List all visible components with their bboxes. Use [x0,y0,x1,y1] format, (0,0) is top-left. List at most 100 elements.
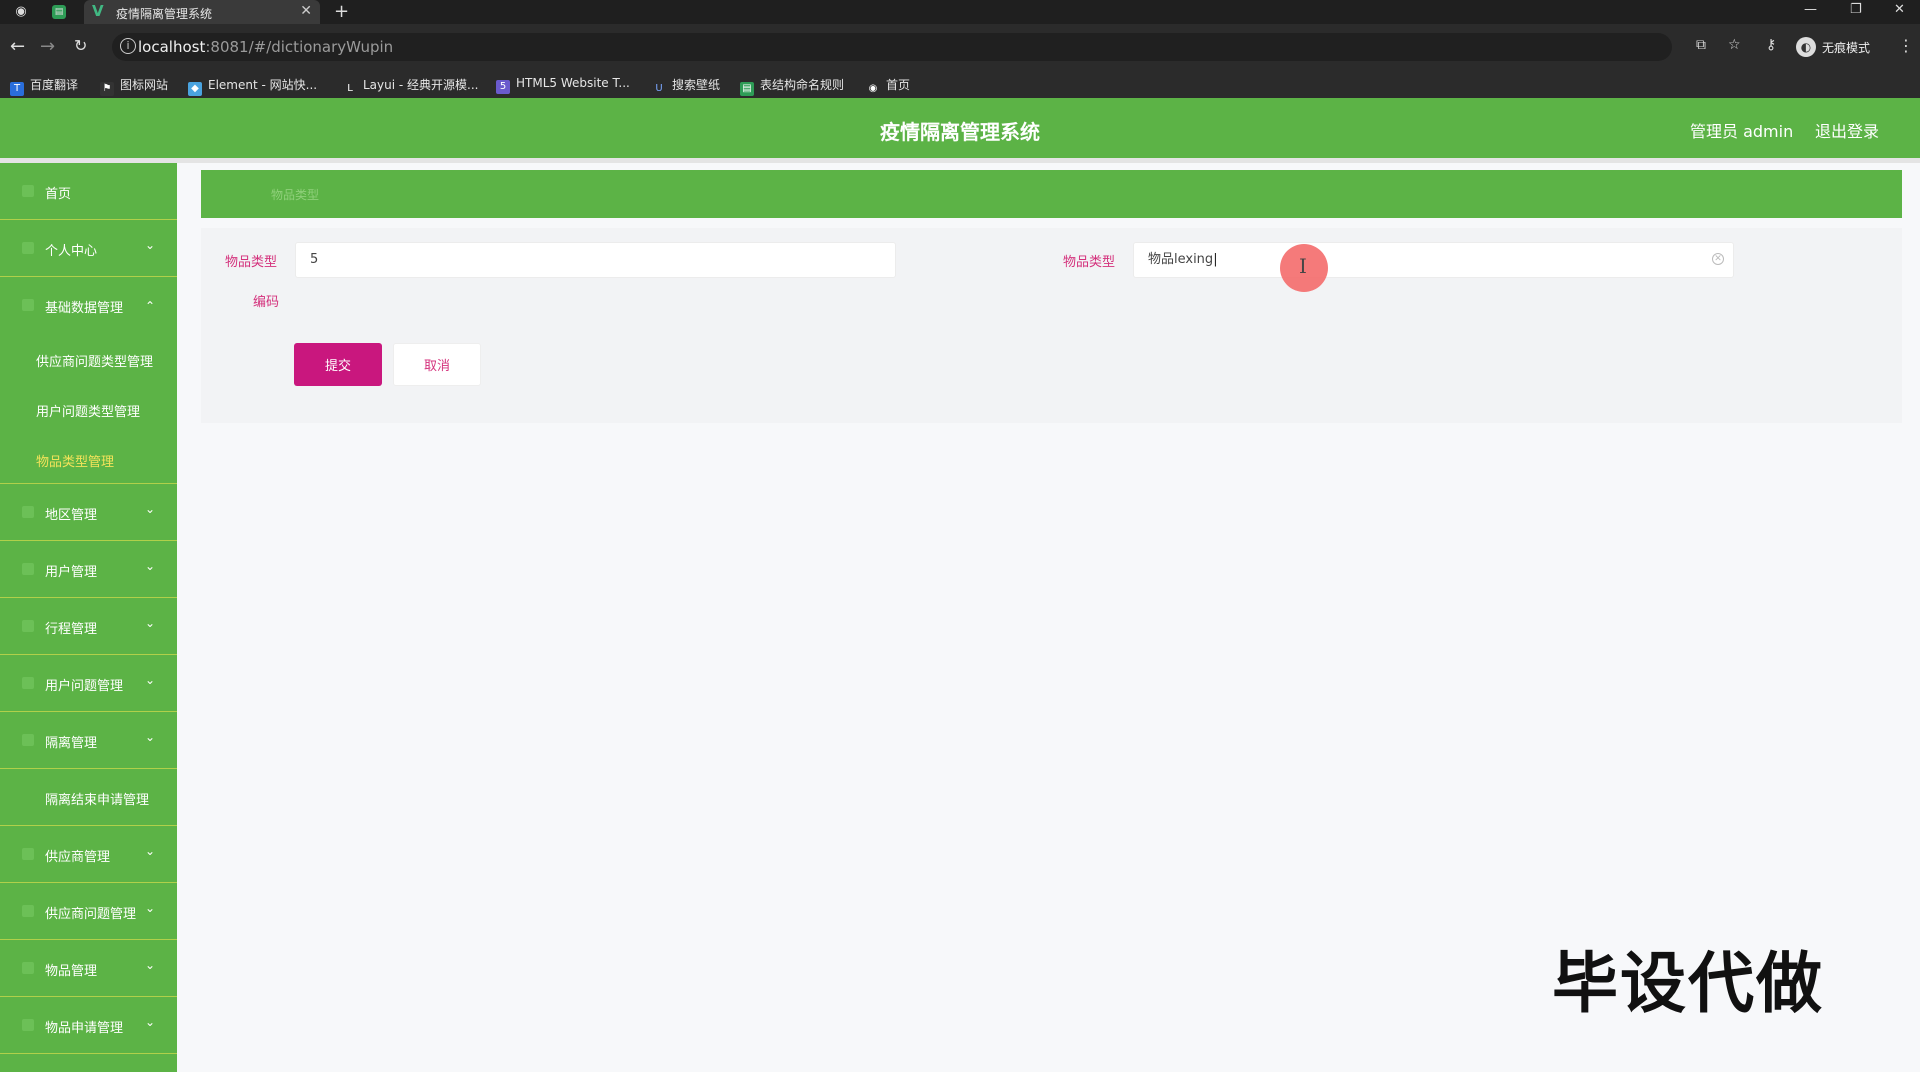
chevron-down-icon: ⌄ [145,730,156,744]
code-input[interactable]: 5 [295,242,896,278]
sidebar-item-label: 基础数据管理 [45,301,124,316]
chevron-down-icon: ⌄ [145,559,156,573]
translate-icon[interactable]: ⧉ [1696,37,1706,53]
bookmark-item[interactable]: 5 HTML5 Website T... [496,76,630,94]
bookmark-item[interactable]: L Layui - 经典开源模... [343,76,478,96]
sidebar-item-user-issues[interactable]: 用户问题管理 ⌄ [0,655,177,712]
bookmarks-bar: T 百度翻译 ⚑ 图标网站 ◆ Element - 网站快... L Layui - 经… [0,70,1920,98]
code-field-label: 物品类型 [225,255,278,270]
sidebar-item-isolation[interactable]: 隔离管理 ⌄ [0,712,177,769]
name-input-value: 物品lexing [1148,252,1214,267]
bookmark-item[interactable]: ⚑ 图标网站 [100,76,168,96]
sidebar-item-profile[interactable]: 个人中心 ⌄ [0,220,177,277]
sidebar-item-label: 用户管理 [45,565,98,580]
user-icon [22,242,34,254]
minimize-icon[interactable]: — [1804,2,1817,17]
address-bar[interactable]: i localhost:8081/#/dictionaryWupin [112,33,1672,61]
key-icon[interactable]: ⚷ [1766,37,1776,53]
new-tab-icon[interactable]: + [334,1,349,22]
chevron-down-icon: ⌄ [145,238,156,252]
sidebar-item-users[interactable]: 用户管理 ⌄ [0,541,177,598]
supplier-issue-icon [22,905,34,917]
sidebar-item-label: 隔离结束申请管理 [45,793,150,808]
sidebar-subitem-label: 用户问题类型管理 [36,405,141,420]
sidebar-subitem-user-issue-type[interactable]: 用户问题类型管理 [0,384,177,434]
sidebar-item-region[interactable]: 地区管理 ⌄ [0,484,177,541]
sidebar-item-home[interactable]: 首页 [0,163,177,220]
url-text[interactable]: localhost:8081/#/dictionaryWupin [138,38,393,56]
more-menu-icon[interactable]: ⋮ [1898,36,1914,55]
chevron-down-icon: ⌄ [145,616,156,630]
restore-icon[interactable]: ❐ [1850,2,1862,17]
sidebar: 首页 个人中心 ⌄ 基础数据管理 ⌃ 供应商问题类型管理 用户问题类型管理 物品… [0,163,177,1072]
chevron-down-icon: ⌄ [145,958,156,972]
sidebar-item-base-data[interactable]: 基础数据管理 ⌃ [0,277,177,334]
forward-icon[interactable]: → [40,36,55,57]
browser-tabbar: ◉ ▤ V 疫情隔离管理系统 ✕ + — ❐ ✕ [0,0,1920,24]
cancel-button[interactable]: 取消 [393,343,481,386]
vue-logo-icon: V [92,2,104,20]
bookmark-item[interactable]: T 百度翻译 [10,76,78,96]
element-icon: ◆ [188,82,202,96]
back-icon[interactable]: ← [10,36,25,57]
sidebar-item-isolation-end[interactable]: 隔离结束申请管理 [0,769,177,826]
sidebar-subitem-label: 供应商问题类型管理 [36,355,154,370]
bookmark-item[interactable]: ◆ Element - 网站快... [188,76,317,96]
bookmark-item[interactable]: U 搜索壁纸 [652,76,720,96]
sidebar-item-label: 地区管理 [45,508,98,523]
info-icon[interactable]: i [120,38,136,54]
sidebar-item-suppliers[interactable]: 供应商管理 ⌄ [0,826,177,883]
sidebar-item-supplier-issues[interactable]: 供应商问题管理 ⌄ [0,883,177,940]
tab-title: 疫情隔离管理系统 [116,7,213,21]
translate-bookmark-icon: T [10,82,24,96]
layui-icon: L [343,82,357,96]
incognito-icon: ◐ [1796,37,1816,57]
reload-icon[interactable]: ↻ [74,36,87,55]
data-icon [22,299,34,311]
isolation-icon [22,734,34,746]
chevron-down-icon: ⌄ [145,1015,156,1029]
star-icon[interactable]: ☆ [1728,37,1741,53]
chevron-down-icon: ⌄ [145,901,156,915]
flag-icon: ⚑ [100,82,114,96]
sidebar-item-label: 用户问题管理 [45,679,124,694]
sidebar-item-item-applications[interactable]: 物品申请管理 ⌄ [0,997,177,1054]
sidebar-item-label: 供应商问题管理 [45,907,137,922]
incognito-indicator[interactable]: ◐ 无痕模式 [1796,33,1886,61]
chevron-down-icon: ⌄ [145,844,156,858]
close-tab-icon[interactable]: ✕ [300,3,312,19]
sidebar-subitem-supplier-issue-type[interactable]: 供应商问题类型管理 [0,334,177,384]
sheet-icon: ▤ [740,82,754,96]
logout-link[interactable]: 退出登录 [1815,118,1879,142]
clear-icon[interactable]: ✕ [1712,253,1724,265]
home-icon [22,185,34,197]
app-title: 疫情隔离管理系统 [880,120,1040,144]
issue-icon [22,677,34,689]
wallpaper-icon: U [652,82,666,96]
application-icon [22,1019,34,1031]
sidebar-item-itinerary[interactable]: 行程管理 ⌄ [0,598,177,655]
close-window-icon[interactable]: ✕ [1894,2,1905,17]
sidebar-item-label: 物品申请管理 [45,1021,124,1036]
submit-button[interactable]: 提交 [294,343,382,386]
browser-tab-active[interactable]: V 疫情隔离管理系统 ✕ [84,0,320,24]
sidebar-item-items[interactable]: 物品管理 ⌄ [0,940,177,997]
chevron-down-icon: ⌄ [145,673,156,687]
name-input[interactable]: 物品lexing| [1133,242,1734,278]
html5-icon: 5 [496,80,510,94]
browser-toolbar: ← → ↻ i localhost:8081/#/dictionaryWupin… [0,24,1920,70]
sheet-tab-icon[interactable]: ▤ [52,5,66,19]
sidebar-subitem-item-type[interactable]: 物品类型管理 [0,434,177,484]
globe-icon[interactable]: ◉ [12,3,30,21]
app-header: 疫情隔离管理系统 管理员 admin 退出登录 [0,98,1920,158]
name-field-label: 物品类型 [1063,255,1116,270]
watermark-text: 毕设代做 [1552,945,1824,1022]
region-icon [22,506,34,518]
sidebar-item-label: 行程管理 [45,622,98,637]
item-icon [22,962,34,974]
bookmark-item[interactable]: ◉ 首页 [866,76,910,96]
mouse-cursor-highlight: I [1280,244,1328,292]
bookmark-item[interactable]: ▤ 表结构命名规则 [740,76,844,96]
breadcrumb-text: 物品类型 [271,188,320,202]
chevron-down-icon: ⌄ [145,502,156,516]
